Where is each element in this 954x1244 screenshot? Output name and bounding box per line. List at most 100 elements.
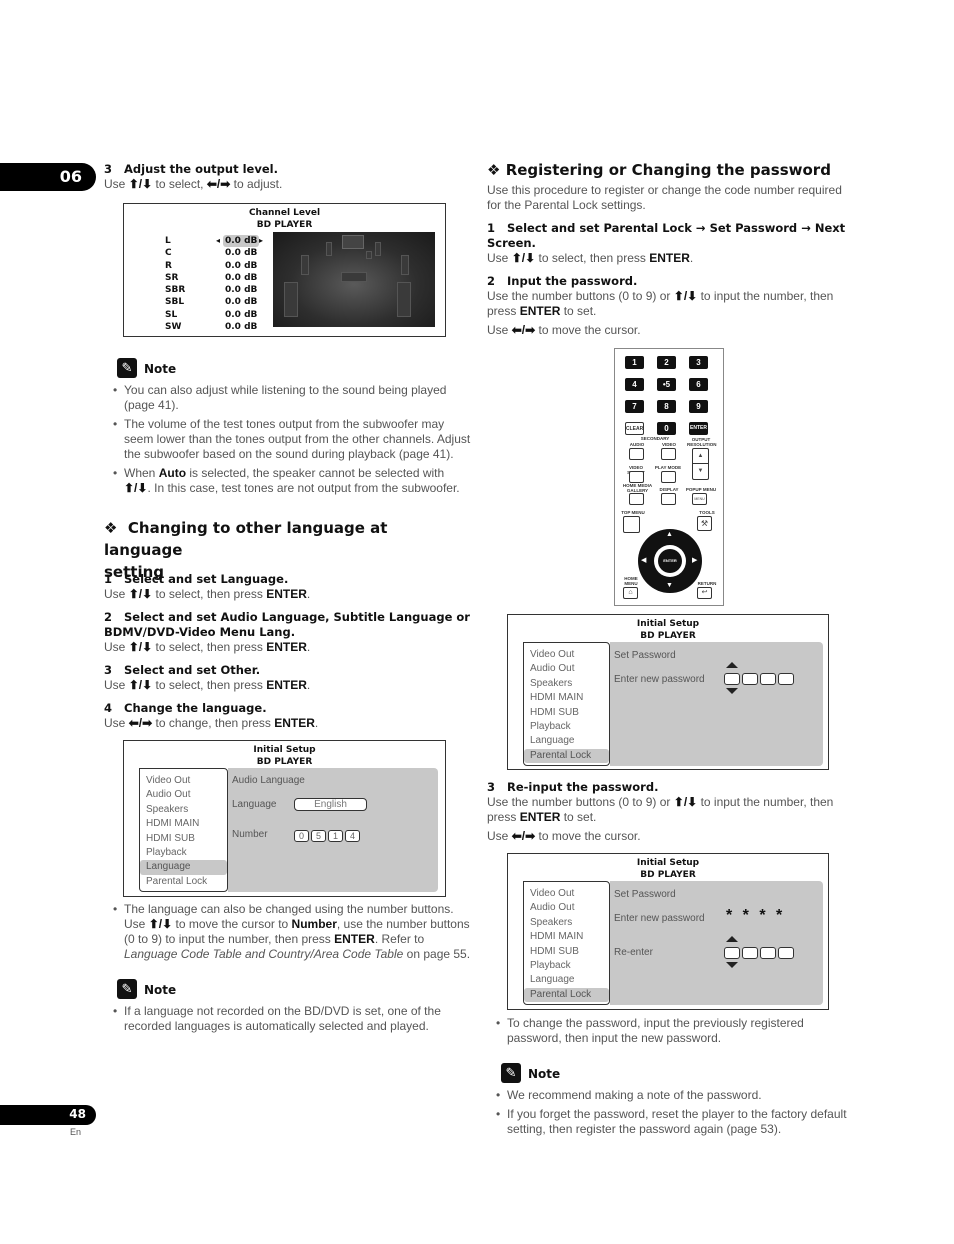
language-select[interactable]: English <box>294 798 367 811</box>
remote-key[interactable]: ENTER <box>689 422 708 435</box>
menu-item[interactable]: Speakers <box>524 677 609 691</box>
number-digit[interactable]: 1 <box>328 830 343 842</box>
screen-title: Initial Setup <box>636 858 700 868</box>
menu-item[interactable]: HDMI SUB <box>524 706 609 720</box>
menu-item[interactable]: HDMI MAIN <box>140 817 227 831</box>
screen-subtitle: BD PLAYER <box>256 757 313 767</box>
remote-key[interactable]: 8 <box>657 400 676 413</box>
channel-row[interactable]: SW 0.0 dB <box>163 321 263 333</box>
video-button[interactable] <box>661 448 676 460</box>
remote-control-illustration: SECONDARY AUDIO VIDEO OUTPUT RESOLUTION … <box>614 348 724 606</box>
menu-item[interactable]: Playback <box>140 846 227 860</box>
right-arrow-icon[interactable]: ▶ <box>692 556 697 564</box>
password-digit-box[interactable] <box>724 947 740 959</box>
menu-item[interactable]: Audio Out <box>524 901 609 915</box>
audio-button[interactable] <box>629 448 644 460</box>
play-mode-button[interactable] <box>661 471 676 483</box>
number-digit[interactable]: 0 <box>294 830 309 842</box>
channel-row[interactable]: SBL 0.0 dB <box>163 296 263 308</box>
remote-key[interactable]: 2 <box>657 356 676 369</box>
tools-wrench-icon[interactable]: ⚒ <box>697 516 712 531</box>
increase-arrow-icon[interactable]: ▸ <box>259 235 263 247</box>
remote-key[interactable]: 9 <box>689 400 708 413</box>
up-down-arrow-icon: ⬆/⬇ <box>673 795 698 809</box>
top-menu-label: TOP MENU <box>621 510 645 515</box>
left-arrow-icon[interactable]: ◀ <box>641 556 646 564</box>
number-digit[interactable]: 4 <box>345 830 360 842</box>
menu-item[interactable]: Playback <box>524 959 609 973</box>
channel-row[interactable]: SBR 0.0 dB <box>163 284 263 296</box>
up-arrow-icon[interactable]: ▲ <box>666 531 673 538</box>
up-arrow-icon <box>726 662 738 668</box>
speaker-icon <box>401 255 409 275</box>
password-digit-box[interactable] <box>760 673 776 685</box>
resolution-up-icon[interactable]: ▲ <box>693 449 708 464</box>
menu-item[interactable]: Parental Lock <box>524 987 609 1003</box>
password-input[interactable] <box>724 673 796 688</box>
menu-item[interactable]: Language <box>524 973 609 987</box>
menu-item[interactable]: Speakers <box>140 803 227 817</box>
up-down-arrow-icon: ⬆/⬇ <box>124 481 148 495</box>
menu-item[interactable]: Speakers <box>524 916 609 930</box>
channel-row[interactable]: SL 0.0 dB <box>163 309 263 321</box>
channel-row[interactable]: SR 0.0 dB <box>163 272 263 284</box>
language-step-3: 3 Select and set Other. Use ⬆/⬇ to select… <box>104 663 311 692</box>
menu-item[interactable]: Audio Out <box>140 788 227 802</box>
home-menu-house-icon[interactable]: ⌂ <box>623 587 638 599</box>
menu-item[interactable]: Video Out <box>524 648 609 662</box>
menu-item[interactable]: HDMI SUB <box>524 945 609 959</box>
note-pencil-icon: ✎ <box>501 1063 521 1083</box>
direction-pad[interactable]: ▲ ▼ ◀ ▶ ENTER <box>638 529 702 593</box>
number-digit[interactable]: 5 <box>311 830 326 842</box>
menu-item[interactable]: HDMI MAIN <box>524 691 609 705</box>
remote-key[interactable]: 0 <box>657 422 676 435</box>
up-down-arrow-icon: ⬆/⬇ <box>148 917 173 931</box>
menu-item[interactable]: Language <box>140 860 227 875</box>
note-bullet: When Auto is selected, the speaker canno… <box>104 466 474 496</box>
menu-item[interactable]: Playback <box>524 720 609 734</box>
channel-row[interactable]: ◂ ▸ L 0.0 dB <box>163 235 263 248</box>
menu-item[interactable]: Video Out <box>140 774 227 788</box>
channel-row[interactable]: R 0.0 dB <box>163 260 263 272</box>
menu-item[interactable]: HDMI SUB <box>140 832 227 846</box>
password-digit-box[interactable] <box>724 673 740 685</box>
remote-key[interactable]: •5 <box>657 378 676 391</box>
password-digit-box[interactable] <box>742 673 758 685</box>
remote-key[interactable]: 3 <box>689 356 708 369</box>
menu-item[interactable]: Parental Lock <box>524 748 609 764</box>
password-setup-screen-1: Initial Setup BD PLAYER Set Password Ent… <box>507 614 829 770</box>
remote-key[interactable]: 6 <box>689 378 708 391</box>
tv-icon <box>342 235 364 249</box>
remote-key[interactable]: 1 <box>625 356 644 369</box>
screen-subtitle: BD PLAYER <box>256 220 313 230</box>
password-digit-box[interactable] <box>778 673 794 685</box>
menu-item[interactable]: Audio Out <box>524 662 609 676</box>
dpad-enter-button[interactable]: ENTER <box>658 549 682 573</box>
output-resolution-rocker[interactable]: ▲ ▼ <box>692 448 709 480</box>
down-arrow-icon[interactable]: ▼ <box>666 582 673 589</box>
return-arrow-icon[interactable]: ↩ <box>697 587 712 599</box>
menu-item[interactable]: Video Out <box>524 887 609 901</box>
menu-item[interactable]: Parental Lock <box>140 875 227 889</box>
remote-key[interactable]: 4 <box>625 378 644 391</box>
password-digit-box[interactable] <box>760 947 776 959</box>
password-digit-box[interactable] <box>742 947 758 959</box>
page-language: En <box>70 1127 82 1137</box>
re-enter-password-input[interactable] <box>724 947 796 962</box>
remote-key[interactable]: CLEAR <box>625 422 644 435</box>
password-digit-box[interactable] <box>778 947 794 959</box>
number-input[interactable]: 0514 <box>294 828 362 842</box>
channel-row[interactable]: C 0.0 dB <box>163 247 263 259</box>
remote-key[interactable]: 7 <box>625 400 644 413</box>
note-right-list: We recommend making a note of the passwo… <box>487 1088 857 1137</box>
menu-item[interactable]: HDMI MAIN <box>524 930 609 944</box>
home-media-gallery-button[interactable] <box>629 493 644 505</box>
setup-menu-list: Video Out Audio Out Speakers HDMI MAIN HDMI … <box>139 768 228 892</box>
resolution-down-icon[interactable]: ▼ <box>693 464 708 478</box>
top-menu-button[interactable] <box>623 516 640 533</box>
popup-menu-button[interactable]: MENU <box>692 493 707 505</box>
menu-item[interactable]: Language <box>524 734 609 748</box>
decrease-arrow-icon[interactable]: ◂ <box>216 235 220 247</box>
video-select-button[interactable] <box>629 471 644 483</box>
display-button[interactable] <box>661 493 676 505</box>
